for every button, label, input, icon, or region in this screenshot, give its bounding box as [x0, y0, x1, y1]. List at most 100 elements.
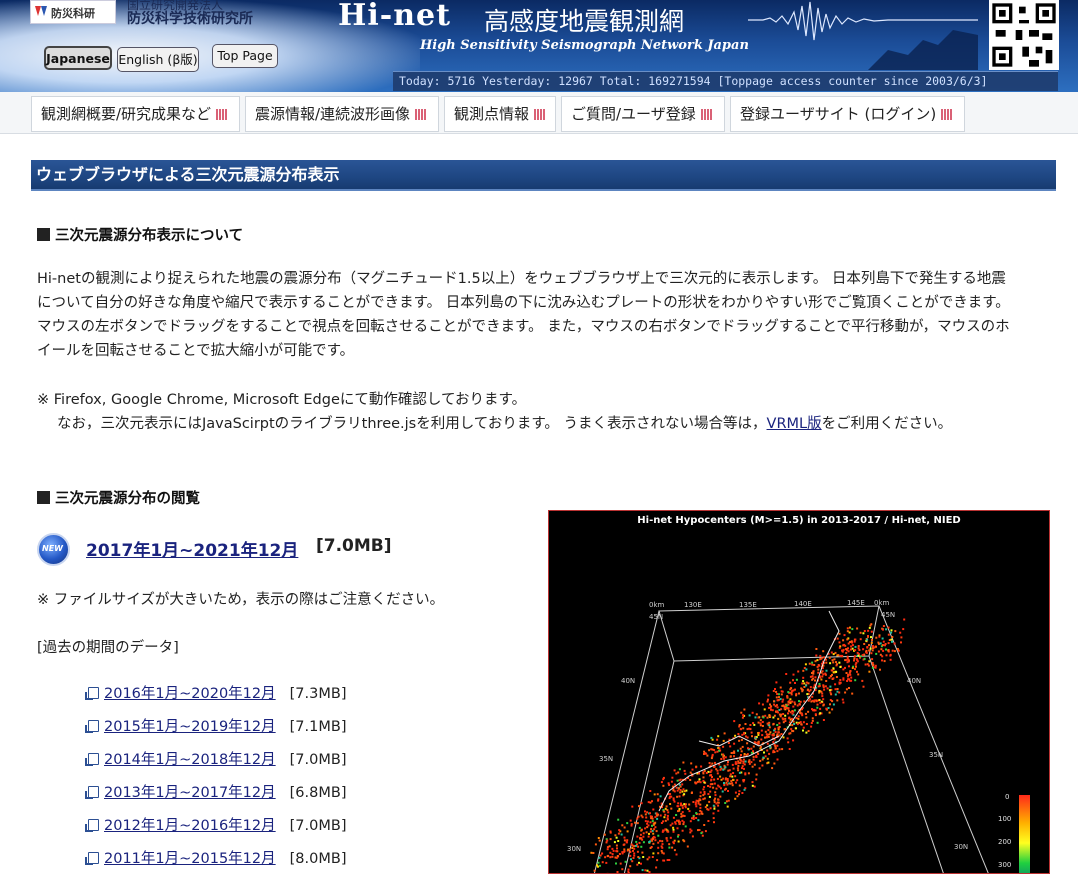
latest-dataset-link[interactable]: 2017年1月~2021年12月 [86, 536, 298, 561]
hypocenter-point [882, 628, 884, 631]
nav-item-login[interactable]: 登録ユーザサイト (ログイン) [730, 96, 965, 132]
hypocenter-point [708, 749, 711, 752]
hypocenter-point [817, 668, 820, 671]
hypocenter-point [767, 694, 770, 697]
hypocenter-point [750, 731, 753, 734]
hypocenter-point [902, 628, 905, 631]
hypocenter-point [738, 790, 741, 793]
hypocenter-point [879, 642, 882, 645]
hypocenter-point [632, 849, 634, 852]
hypocenter-point [614, 834, 617, 837]
hypocenter-point [670, 780, 673, 783]
hypocenter-point [650, 828, 653, 831]
hypocenter-point [649, 821, 652, 824]
hypocenter-point [738, 793, 740, 796]
hypocenter-point [793, 723, 796, 725]
hypocenter-point [772, 716, 775, 719]
hypocenter-point [754, 737, 757, 740]
hypocenter-point [673, 769, 676, 772]
hypocenter-point [739, 747, 742, 750]
nav-item-stations[interactable]: 観測点情報 [444, 96, 556, 132]
hypocenter-point [889, 654, 892, 657]
hypocenter-point [757, 734, 760, 736]
hypocenter-point [621, 824, 624, 827]
dataset-link[interactable]: 2012年1月~2016年12月 [104, 818, 276, 834]
hypocenter-point [765, 733, 768, 736]
hypocenter-point [779, 686, 782, 689]
hypocenter-point [631, 847, 634, 849]
hypocenter-point [629, 865, 632, 868]
hypocenter-point [597, 865, 599, 868]
hypocenter-point [683, 793, 686, 796]
hypocenter-point [788, 699, 791, 702]
hypocenter-point [725, 781, 728, 784]
hypocenter-point [623, 848, 626, 851]
hypocenter-point [890, 638, 893, 641]
hypocenter-point [714, 791, 717, 794]
hypocenter-point [663, 816, 666, 819]
main-nav: 観測網概要/研究成果など 震源情報/連続波形画像 観測点情報 ご質問/ユーザ登録… [0, 92, 1078, 134]
hypocenter-point [842, 701, 845, 704]
hypocenter-point [749, 724, 752, 726]
hypocenter-point [814, 679, 816, 682]
dataset-link[interactable]: 2016年1月~2020年12月 [104, 686, 276, 702]
hypocenter-point [737, 733, 740, 735]
hypocenter-point [629, 854, 632, 857]
hypocenter-point [653, 822, 656, 825]
hypocenter-point [838, 646, 841, 649]
hypocenter-point [652, 832, 655, 835]
hypocenter-point [747, 772, 750, 775]
hypocenter-point [633, 847, 636, 850]
hypocenter-point [823, 656, 825, 659]
hypocenter-point [790, 717, 793, 720]
hypocenter-point [900, 641, 902, 644]
dataset-link[interactable]: 2014年1月~2018年12月 [104, 752, 276, 768]
hypocenter-point [711, 753, 714, 756]
dataset-link[interactable]: 2011年1月~2015年12月 [104, 851, 276, 867]
hypocenter-point [771, 709, 774, 712]
hypocenter-point [815, 648, 818, 650]
top-page-button[interactable]: Top Page [212, 44, 278, 68]
hypocenter-point [739, 728, 742, 731]
hypocenter-point [616, 855, 619, 857]
hypocenter-point [890, 629, 893, 632]
hypocenter-point [672, 798, 675, 801]
dataset-link[interactable]: 2013年1月~2017年12月 [104, 785, 276, 801]
hypocenter-point [700, 810, 703, 813]
hypocenter-point [745, 754, 748, 757]
hypocenter-point [690, 792, 693, 794]
hypocenter-point [872, 663, 875, 666]
nav-item-overview[interactable]: 観測網概要/研究成果など [31, 96, 240, 132]
hypocenter-point [875, 652, 878, 655]
hypocenter-point [676, 819, 678, 822]
dataset-link[interactable]: 2015年1月~2019年12月 [104, 719, 276, 735]
nav-item-hypocenter[interactable]: 震源情報/連続波形画像 [245, 96, 439, 132]
hypocenter-point [712, 812, 715, 815]
hypocenter-preview-image[interactable]: Hi-net Hypocenters (M>=1.5) in 2013-2017… [548, 510, 1050, 874]
english-button[interactable]: English (β版) [117, 47, 199, 72]
hypocenter-point [776, 699, 779, 702]
hypocenter-point [646, 858, 649, 861]
note-line: ※ Firefox, Google Chrome, Microsoft Edge… [37, 392, 527, 408]
hypocenter-point [802, 721, 805, 724]
hypocenter-point [753, 785, 756, 788]
size-warning: ※ ファイルサイズが大きいため，表示の際はご注意ください。 [37, 592, 445, 608]
hypocenter-point [757, 753, 760, 755]
hypocenter-point [774, 747, 777, 750]
nied-logo[interactable]: 防災科研 [30, 0, 116, 24]
qr-code-icon[interactable] [989, 0, 1059, 70]
hypocenter-point [690, 762, 693, 765]
nav-item-faq[interactable]: ご質問/ユーザ登録 [561, 96, 725, 132]
hypocenter-point [593, 869, 596, 872]
hypocenter-point [633, 852, 636, 855]
hypocenter-point [751, 781, 754, 784]
vrml-link[interactable]: VRML版 [767, 416, 822, 432]
hypocenter-point [774, 705, 777, 708]
japanese-button[interactable]: Japanese [44, 46, 112, 70]
hypocenter-point [734, 775, 737, 778]
hypocenter-point [680, 812, 683, 815]
hypocenter-point [681, 804, 684, 807]
hypocenter-point [839, 679, 842, 681]
about-line: Hi-netの観測により捉えられた地震の震源分布（マグニチュード1.5以上）をウ… [37, 271, 1006, 287]
list-item: 2013年1月~2017年12月 [6.8MB] [85, 781, 346, 803]
